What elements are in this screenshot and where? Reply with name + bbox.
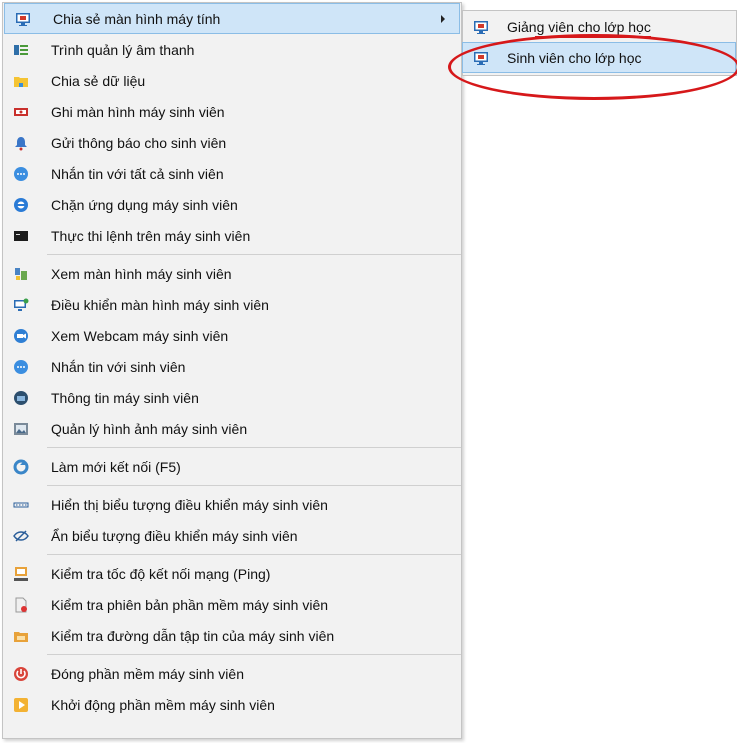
menu-item-label: Nhắn tin với sinh viên (51, 358, 186, 375)
document-icon (13, 597, 29, 613)
power-icon (13, 666, 29, 682)
menu-item-label: Xem Webcam máy sinh viên (51, 327, 229, 344)
context-menu: Chia sẻ màn hình máy tính Trình quản lý â… (2, 2, 462, 739)
menu-item-label: Giảng viên cho lớp học (507, 18, 651, 38)
menu-item-label: Làm mới kết nối (F5) (51, 458, 181, 475)
remote-control-icon (13, 297, 29, 313)
monitor-share-icon (15, 11, 31, 27)
menu-item-machine-info[interactable]: Thông tin máy sinh viên (3, 382, 461, 413)
menu-item-label: Đóng phần mềm máy sinh viên (51, 665, 244, 682)
menu-item-start-software[interactable]: Khởi động phần mềm máy sinh viên (3, 689, 461, 720)
menu-item-check-path[interactable]: Kiểm tra đường dẫn tập tin của máy sinh … (3, 620, 461, 651)
dots-icon (13, 497, 29, 513)
menu-item-label: Nhắn tin với tất cả sinh viên (51, 165, 224, 182)
menu-separator (47, 254, 461, 255)
submenu-item-student[interactable]: Sinh viên cho lớp học (462, 42, 736, 73)
menu-item-label: Kiểm tra tốc độ kết nối mạng (Ping) (51, 565, 271, 582)
share-screen-submenu: Giảng viên cho lớp học Sinh viên cho lớp … (462, 10, 737, 76)
terminal-icon (13, 228, 29, 244)
menu-separator (47, 447, 461, 448)
eye-hide-icon (13, 528, 29, 544)
audio-manager-icon (13, 42, 29, 58)
menu-item-record-screen[interactable]: Ghi màn hình máy sinh viên (3, 96, 461, 127)
bell-icon (13, 135, 29, 151)
menu-item-refresh[interactable]: Làm mới kết nối (F5) (3, 451, 461, 482)
menu-item-label: Thực thi lệnh trên máy sinh viên (51, 227, 251, 244)
monitor-share-icon (473, 50, 489, 66)
chat-bubble-icon (13, 166, 29, 182)
menu-item-audio-manager[interactable]: Trình quản lý âm thanh (3, 34, 461, 65)
folder-path-icon (13, 628, 29, 644)
webcam-icon (13, 328, 29, 344)
menu-item-send-notice[interactable]: Gửi thông báo cho sinh viên (3, 127, 461, 158)
menu-item-label: Kiểm tra đường dẫn tập tin của máy sinh … (51, 627, 335, 644)
menu-item-label: Điều khiển màn hình máy sinh viên (51, 296, 269, 313)
menu-item-label: Chia sẻ dữ liệu (51, 72, 146, 89)
menu-item-run-command[interactable]: Thực thi lệnh trên máy sinh viên (3, 220, 461, 251)
menu-item-ping[interactable]: Kiểm tra tốc độ kết nối mạng (Ping) (3, 558, 461, 589)
menu-item-hide-control-icon[interactable]: Ẩn biểu tượng điều khiển máy sinh viên (3, 520, 461, 551)
folder-icon (13, 73, 29, 89)
refresh-icon (13, 459, 29, 475)
submenu-arrow-icon (441, 14, 445, 23)
menu-item-label: Quản lý hình ảnh máy sinh viên (51, 420, 248, 437)
start-icon (13, 697, 29, 713)
menu-item-share-screen[interactable]: Chia sẻ màn hình máy tính (4, 3, 460, 34)
menu-item-close-software[interactable]: Đóng phần mềm máy sinh viên (3, 658, 461, 689)
menu-separator (47, 485, 461, 486)
menu-item-label: Hiển thị biểu tượng điều khiển máy sinh … (51, 496, 328, 513)
monitor-share-icon (473, 19, 489, 35)
menu-item-label: Kiểm tra phiên bản phần mềm máy sinh viê… (51, 596, 329, 613)
menu-separator (47, 654, 461, 655)
menu-item-label: Chặn ứng dụng máy sinh viên (51, 196, 238, 213)
menu-item-label: Khởi động phần mềm máy sinh viên (51, 696, 275, 713)
view-screen-icon (13, 266, 29, 282)
menu-item-control-screen[interactable]: Điều khiển màn hình máy sinh viên (3, 289, 461, 320)
network-icon (13, 566, 29, 582)
block-app-icon (13, 197, 29, 213)
menu-item-image-manager[interactable]: Quản lý hình ảnh máy sinh viên (3, 413, 461, 444)
menu-item-label: Ghi màn hình máy sinh viên (51, 103, 225, 120)
submenu-item-teacher[interactable]: Giảng viên cho lớp học (463, 11, 736, 42)
menu-item-label: Sinh viên cho lớp học (507, 49, 642, 66)
image-manager-icon (13, 421, 29, 437)
menu-item-message-all[interactable]: Nhắn tin với tất cả sinh viên (3, 158, 461, 189)
menu-separator (47, 554, 461, 555)
menu-item-label: Gửi thông báo cho sinh viên (51, 134, 227, 151)
menu-item-message-student[interactable]: Nhắn tin với sinh viên (3, 351, 461, 382)
menu-item-label: Ẩn biểu tượng điều khiển máy sinh viên (51, 527, 298, 544)
record-icon (13, 104, 29, 120)
menu-item-label: Chia sẻ màn hình máy tính (53, 10, 221, 27)
menu-item-block-app[interactable]: Chặn ứng dụng máy sinh viên (3, 189, 461, 220)
menu-item-check-version[interactable]: Kiểm tra phiên bản phần mềm máy sinh viê… (3, 589, 461, 620)
menu-item-label: Thông tin máy sinh viên (51, 389, 199, 406)
menu-item-share-data[interactable]: Chia sẻ dữ liệu (3, 65, 461, 96)
menu-item-label: Trình quản lý âm thanh (51, 41, 195, 58)
menu-item-label: Xem màn hình máy sinh viên (51, 265, 232, 282)
info-icon (13, 390, 29, 406)
chat-bubble-icon (13, 359, 29, 375)
menu-item-show-control-icon[interactable]: Hiển thị biểu tượng điều khiển máy sinh … (3, 489, 461, 520)
menu-item-view-screen[interactable]: Xem màn hình máy sinh viên (3, 258, 461, 289)
menu-item-view-webcam[interactable]: Xem Webcam máy sinh viên (3, 320, 461, 351)
